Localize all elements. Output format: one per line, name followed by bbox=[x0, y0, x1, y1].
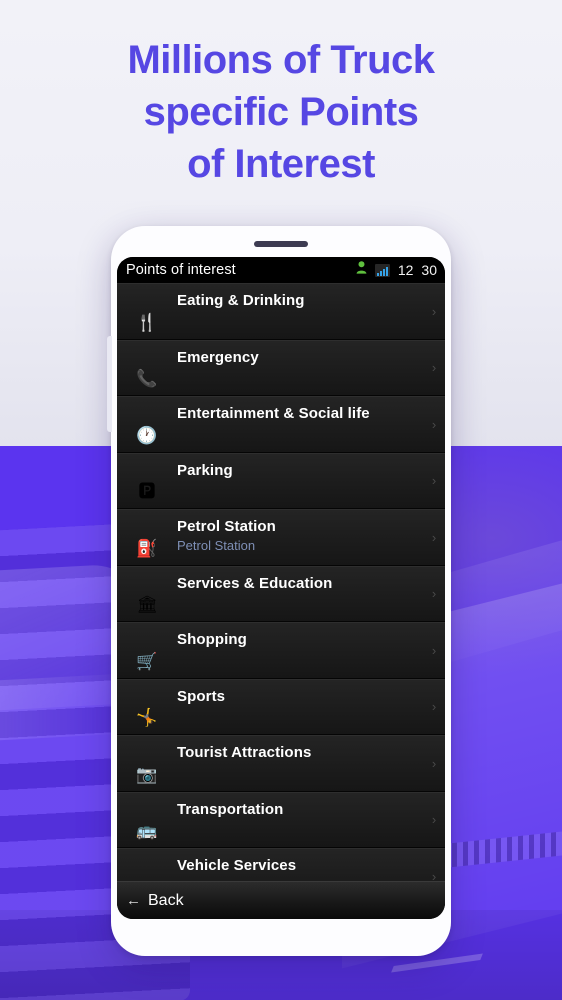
emergency-phone-icon: 📞 bbox=[136, 369, 158, 388]
volume-button[interactable] bbox=[107, 336, 112, 432]
back-button-label: Back bbox=[148, 891, 184, 909]
list-item-title: Sports bbox=[177, 687, 226, 705]
chevron-right-icon: › bbox=[431, 529, 437, 545]
fork-knife-icon: 🍴 bbox=[136, 312, 158, 332]
list-item-title: Parking bbox=[177, 461, 233, 479]
shopping-cart-icon: 🛒 bbox=[136, 651, 158, 671]
list-item-text: Tourist Attractions bbox=[169, 736, 423, 763]
chevron-right-icon: › bbox=[431, 642, 437, 658]
clock-icon: 🕐 bbox=[136, 425, 158, 445]
building-icon: 🏛 bbox=[136, 595, 158, 614]
camera-icon: 📷 bbox=[136, 764, 158, 784]
headline: Millions of Truck specific Points of Int… bbox=[0, 34, 562, 190]
list-item[interactable]: 🚌 Transportation › bbox=[117, 791, 445, 848]
list-item-title: Emergency bbox=[177, 348, 259, 366]
bus-icon: 🚌 bbox=[136, 821, 158, 840]
chevron-right-icon: › bbox=[431, 755, 437, 771]
chevron-right-icon: › bbox=[431, 812, 437, 828]
screen-title: Points of interest bbox=[126, 262, 236, 278]
list-item-text: Transportation bbox=[169, 793, 423, 820]
list-item-subtitle: Petrol Station bbox=[177, 538, 256, 553]
list-item-title: Shopping bbox=[177, 631, 247, 648]
status-indicators: 12 30 bbox=[356, 261, 437, 279]
list-item-text: Petrol Station Petrol Station bbox=[169, 510, 423, 554]
list-item-title: Tourist Attractions bbox=[177, 744, 312, 761]
list-item-text: Shopping bbox=[169, 623, 423, 650]
list-item[interactable]: 📞 Emergency › bbox=[117, 339, 445, 396]
list-item-text: Vehicle Services bbox=[169, 849, 423, 876]
signal-strength-icon bbox=[374, 263, 390, 277]
list-item-text: Emergency bbox=[169, 341, 423, 368]
headline-line-1: Millions of Truck bbox=[127, 38, 435, 82]
chevron-right-icon: › bbox=[431, 586, 437, 602]
status-bar: Points of interest 12 30 bbox=[117, 257, 445, 283]
list-item-title: Transportation bbox=[177, 800, 284, 818]
list-item-text: Services & Education bbox=[169, 567, 423, 594]
back-button[interactable]: ← Back bbox=[117, 881, 445, 919]
poi-category-list[interactable]: 🍴 Eating & Drinking › 📞 Emergency › 🕐 En… bbox=[117, 283, 445, 919]
sports-figure-icon: 🤸 bbox=[136, 708, 158, 727]
chevron-right-icon: › bbox=[431, 360, 437, 376]
headline-line-3: of Interest bbox=[187, 142, 375, 186]
person-icon bbox=[356, 261, 367, 279]
status-value-2: 30 bbox=[421, 262, 437, 278]
phone-screen: Points of interest 12 30 🍴 Eating & Drin… bbox=[117, 257, 445, 919]
list-item[interactable]: 🛒 Shopping › bbox=[117, 622, 445, 679]
list-item[interactable]: ⛽ Petrol Station Petrol Station › bbox=[117, 509, 445, 566]
list-item[interactable]: 🕐 Entertainment & Social life › bbox=[117, 396, 445, 453]
list-item-title: Eating & Drinking bbox=[177, 292, 305, 309]
arrow-left-icon: ← bbox=[126, 892, 141, 909]
fuel-pump-icon: ⛽ bbox=[136, 538, 158, 558]
earpiece-speaker bbox=[254, 241, 308, 247]
list-item-title: Services & Education bbox=[177, 574, 333, 592]
headline-line-2: specific Points bbox=[143, 90, 419, 134]
list-item-title: Petrol Station bbox=[177, 518, 276, 535]
chevron-right-icon: › bbox=[431, 473, 437, 489]
promo-screenshot: Millions of Truck specific Points of Int… bbox=[0, 0, 562, 1000]
chevron-right-icon: › bbox=[431, 416, 437, 432]
status-value-1: 12 bbox=[397, 262, 414, 278]
list-item-text: Sports bbox=[169, 680, 423, 707]
list-item-title: Vehicle Services bbox=[177, 857, 297, 874]
list-item-text: Eating & Drinking bbox=[169, 284, 423, 311]
list-item-text: Entertainment & Social life bbox=[169, 397, 423, 424]
list-item[interactable]: 🅿 Parking › bbox=[117, 452, 445, 509]
parking-icon: 🅿 bbox=[138, 482, 156, 501]
list-item[interactable]: 📷 Tourist Attractions › bbox=[117, 735, 445, 792]
list-item-text: Parking bbox=[169, 454, 423, 481]
phone-mockup: Points of interest 12 30 🍴 Eating & Drin… bbox=[107, 226, 451, 956]
chevron-right-icon: › bbox=[431, 699, 437, 715]
list-item-title: Entertainment & Social life bbox=[177, 405, 370, 422]
chevron-right-icon: › bbox=[431, 303, 437, 319]
list-item[interactable]: 🍴 Eating & Drinking › bbox=[117, 283, 445, 340]
list-item[interactable]: 🤸 Sports › bbox=[117, 678, 445, 735]
list-item[interactable]: 🏛 Services & Education › bbox=[117, 565, 445, 622]
